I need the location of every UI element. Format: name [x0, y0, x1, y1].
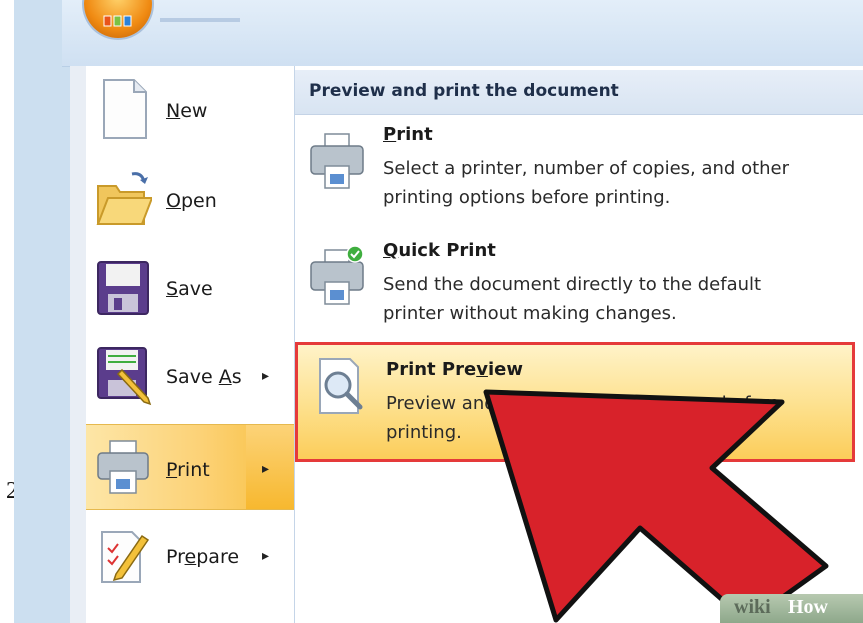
new-document-icon [103, 79, 147, 139]
wikihow-watermark: wiki How [720, 594, 863, 623]
option-quick-print[interactable]: Quick Print Send the document directly t… [295, 240, 855, 344]
menu-item-new[interactable]: New [86, 68, 294, 152]
open-folder-icon [96, 172, 152, 225]
submenu-header: Preview and print the document [295, 70, 863, 115]
menu-item-save-as[interactable]: Save As ▸ [86, 334, 294, 418]
save-disk-icon [97, 261, 149, 315]
office-logo-icon [103, 15, 132, 27]
submenu-arrow-icon: ▸ [262, 461, 270, 477]
option-description: Preview and make changes to pages before… [386, 393, 780, 443]
printer-icon [97, 440, 149, 494]
menu-item-prepare[interactable]: Prepare ▸ [86, 514, 294, 598]
option-title: Print [383, 124, 433, 145]
menu-item-label: New [166, 100, 208, 122]
option-print-preview[interactable]: Print Preview Preview and make changes t… [295, 342, 855, 462]
left-pane-strip [70, 66, 86, 623]
submenu-arrow-icon: ▸ [262, 368, 270, 384]
menu-item-label: Save As [166, 366, 242, 388]
menu-item-label: Print [166, 459, 210, 481]
menu-item-open[interactable]: Open [86, 158, 294, 242]
save-as-icon [97, 347, 152, 406]
print-preview-icon [319, 358, 363, 414]
option-title: Print Preview [386, 359, 523, 380]
printer-icon [310, 133, 364, 189]
submenu-title: Preview and print the document [309, 81, 619, 101]
option-description: Select a printer, number of copies, and … [383, 158, 790, 208]
title-bar [62, 0, 863, 67]
submenu-arrow-icon: ▸ [262, 548, 270, 564]
quick-print-icon [310, 246, 364, 305]
option-title: Quick Print [383, 240, 496, 261]
menu-item-print[interactable]: Print ▸ [86, 424, 294, 510]
menu-item-label: Open [166, 190, 217, 212]
menu-item-save[interactable]: Save [86, 246, 294, 330]
prepare-document-icon [101, 531, 150, 583]
option-print[interactable]: Print Select a printer, number of copies… [295, 124, 855, 230]
watermark-how: How [788, 596, 828, 618]
option-description: Send the document directly to the defaul… [383, 274, 762, 324]
title-bar-strip [160, 18, 240, 22]
print-submenu-tab[interactable] [246, 425, 294, 509]
menu-item-label: Save [166, 278, 213, 300]
watermark-wiki: wiki [734, 596, 771, 618]
menu-item-label: Prepare [166, 546, 240, 568]
